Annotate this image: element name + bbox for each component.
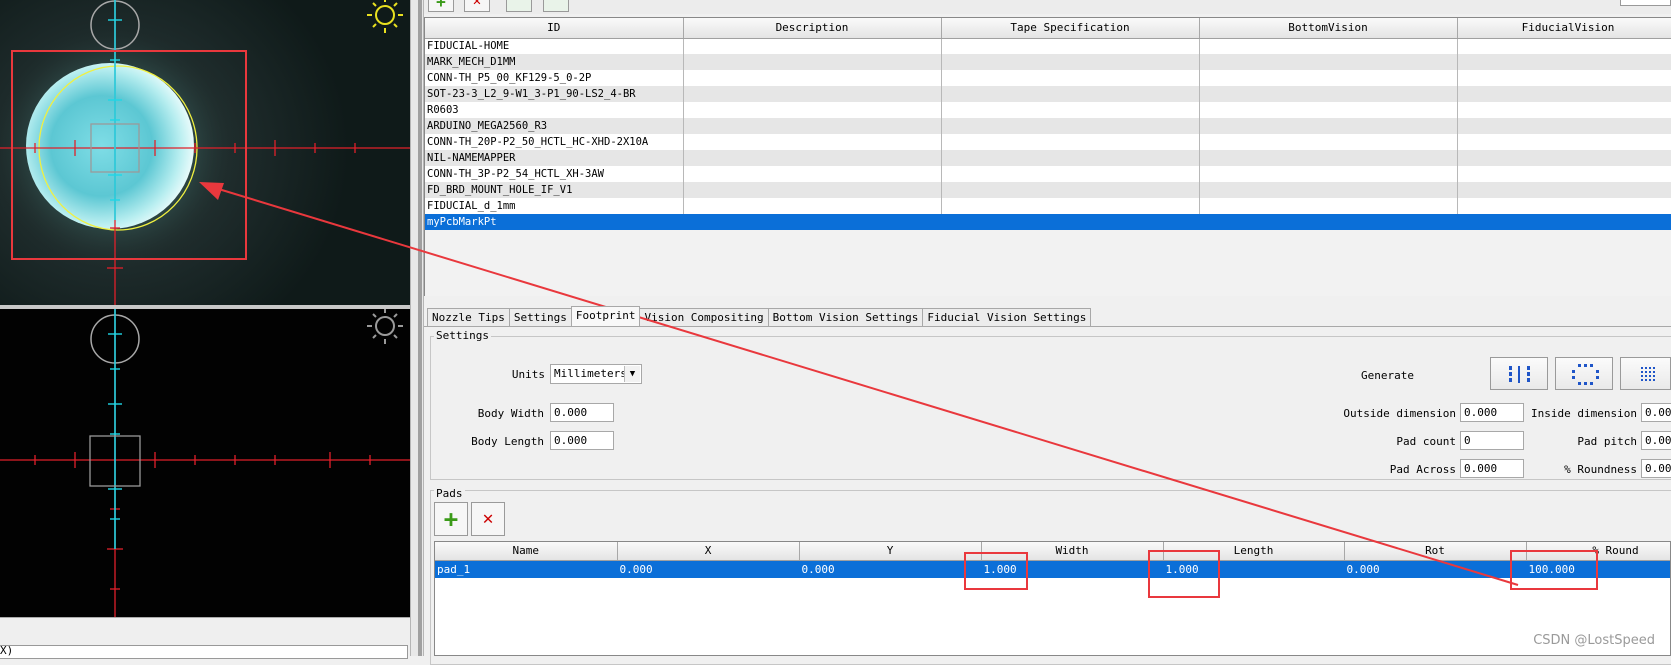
watermark: CSDN @LostSpeed <box>1533 633 1655 648</box>
annotation-arrow <box>199 182 1519 586</box>
tab-footprint[interactable]: Footprint <box>570 306 641 326</box>
